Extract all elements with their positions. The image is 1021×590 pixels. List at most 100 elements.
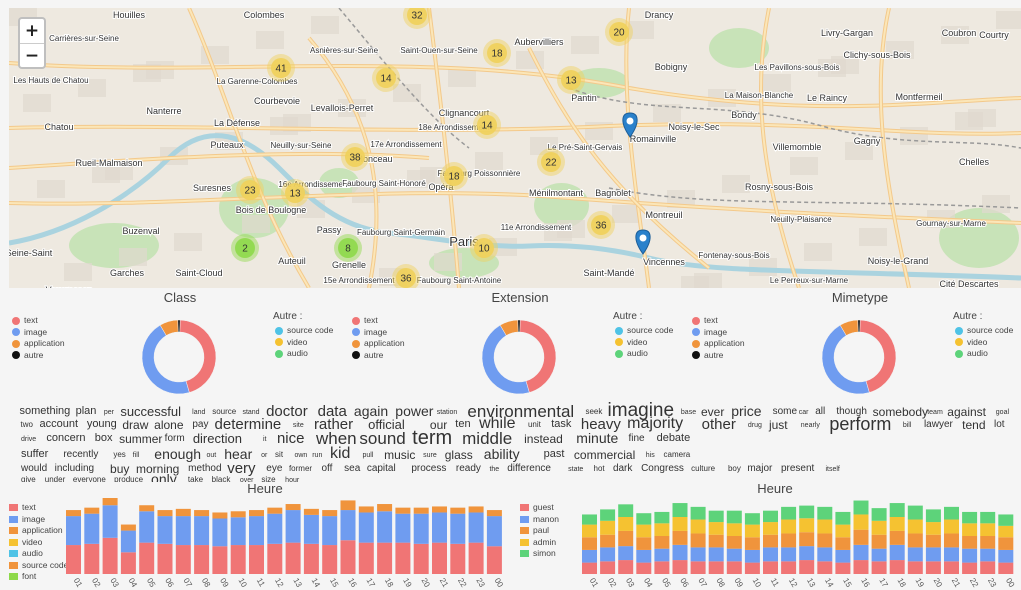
bar-paul-04[interactable] [636,537,652,550]
bar-text-23[interactable] [468,542,484,574]
bar-admin-09[interactable] [726,523,742,536]
map-cluster-marker[interactable]: 14 [372,64,400,92]
bar-simon-10[interactable] [744,513,760,525]
bar-application-15[interactable] [322,510,338,517]
bar-guest-20[interactable] [925,561,941,574]
legend-item-paul[interactable]: paul [520,525,559,537]
bar-text-11[interactable] [249,545,264,574]
bar-manon-15[interactable] [835,549,851,563]
bar-text-20[interactable] [413,543,429,574]
bar-paul-13[interactable] [799,532,815,547]
bar-paul-05[interactable] [654,536,670,549]
legend-item-text[interactable]: text [9,502,68,514]
bar-manon-00[interactable] [998,549,1014,563]
bar-guest-18[interactable] [889,560,905,574]
bar-guest-03[interactable] [618,560,634,574]
bar-text-09[interactable] [212,546,228,574]
map-cluster-marker[interactable]: 18 [440,162,468,190]
bar-text-17[interactable] [358,542,374,574]
bar-manon-20[interactable] [925,547,941,562]
bar-text-05[interactable] [139,542,155,574]
legend-item-application[interactable]: application [12,338,65,350]
bar-paul-00[interactable] [998,537,1014,550]
bar-manon-04[interactable] [636,549,652,563]
bar-guest-21[interactable] [944,561,959,574]
bar-admin-23[interactable] [980,523,996,536]
bar-paul-15[interactable] [835,537,851,550]
legend-item-autre[interactable]: autre [352,350,405,362]
bar-text-07[interactable] [175,545,191,574]
bar-paul-11[interactable] [763,534,778,548]
bar-paul-08[interactable] [708,534,724,548]
bar-text-03[interactable] [102,537,118,574]
bar-guest-13[interactable] [799,560,815,574]
map-cluster-marker[interactable]: 18 [483,39,511,67]
bar-text-06[interactable] [157,543,173,574]
bar-simon-16[interactable] [853,500,869,515]
bar-text-18[interactable] [377,542,393,574]
legend-item-image[interactable]: image [692,327,745,339]
bar-manon-02[interactable] [600,547,616,562]
bar-manon-18[interactable] [889,544,905,561]
legend-item-font[interactable]: font [9,571,68,583]
bar-guest-23[interactable] [980,561,996,574]
slice-image[interactable] [141,324,190,395]
bar-paul-07[interactable] [690,533,706,548]
legend-item-simon[interactable]: simon [520,548,559,560]
bar-guest-19[interactable] [907,561,923,574]
bar-image-03[interactable] [102,505,118,538]
bar-simon-23[interactable] [980,511,996,524]
bar-paul-18[interactable] [889,530,905,545]
bar-guest-15[interactable] [835,562,851,574]
legend-item-autre[interactable]: autre [12,350,65,362]
bar-image-20[interactable] [413,513,429,544]
bar-admin-03[interactable] [618,517,634,531]
legend-item-audio[interactable]: audio [9,548,68,560]
bar-application-13[interactable] [285,504,301,511]
bar-application-01[interactable] [66,510,81,517]
bar-simon-17[interactable] [871,508,887,521]
bar-manon-05[interactable] [654,548,670,562]
bar-manon-01[interactable] [582,549,597,563]
bar-image-04[interactable] [120,530,136,553]
bar-admin-10[interactable] [744,524,760,538]
map-cluster-marker[interactable]: 2 [231,234,259,262]
bar-simon-06[interactable] [672,503,688,517]
bar-paul-10[interactable] [744,537,760,550]
legend-item-source-code[interactable]: source code [9,560,68,572]
bar-guest-07[interactable] [690,561,706,574]
bar-simon-13[interactable] [799,505,815,519]
bar-admin-15[interactable] [835,524,851,538]
bar-application-05[interactable] [139,505,155,512]
bar-simon-14[interactable] [817,506,833,520]
bar-manon-17[interactable] [871,548,887,562]
bar-manon-07[interactable] [690,547,706,562]
bar-guest-04[interactable] [636,562,652,574]
legend-item-application[interactable]: application [9,525,68,537]
bar-text-00[interactable] [486,546,502,574]
bar-text-08[interactable] [194,545,210,574]
bar-admin-04[interactable] [636,524,652,538]
bar-image-16[interactable] [340,510,356,541]
bar-text-13[interactable] [285,542,301,574]
legend-item-text[interactable]: text [692,315,745,327]
bar-admin-02[interactable] [600,520,616,535]
bar-guest-01[interactable] [582,562,597,574]
bar-application-17[interactable] [358,506,374,513]
bar-manon-19[interactable] [907,547,923,562]
bar-image-13[interactable] [285,510,301,543]
bar-guest-16[interactable] [853,560,869,574]
bar-admin-19[interactable] [907,519,923,534]
bar-admin-06[interactable] [672,517,688,531]
zoom-out-button[interactable]: − [20,43,44,67]
bar-admin-18[interactable] [889,517,905,531]
bar-admin-21[interactable] [944,519,959,534]
bar-simon-20[interactable] [925,509,941,523]
bar-admin-17[interactable] [871,520,887,535]
bar-manon-14[interactable] [817,547,833,562]
bar-admin-16[interactable] [853,514,869,530]
bar-paul-03[interactable] [618,530,634,547]
map-cluster-marker[interactable]: 13 [281,179,309,207]
bar-manon-10[interactable] [744,549,760,563]
bar-image-01[interactable] [66,516,81,546]
